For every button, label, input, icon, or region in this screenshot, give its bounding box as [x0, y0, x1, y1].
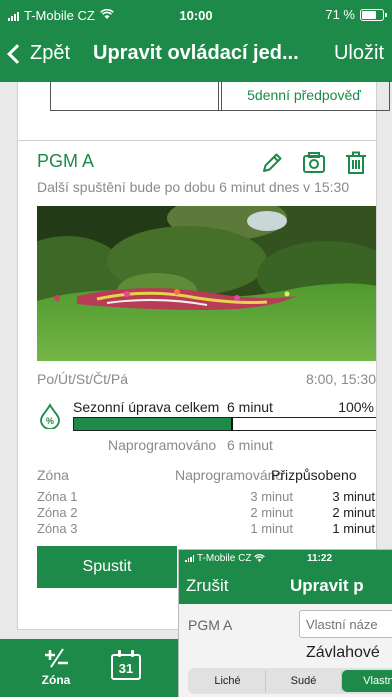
zone-name: Zóna 2: [37, 505, 78, 520]
save-button[interactable]: Uložit: [334, 42, 384, 65]
forecast-label[interactable]: 5denní předpověď: [219, 87, 389, 103]
next-run-text: Další spuštění bude po dobu 6 minut dnes…: [37, 179, 350, 195]
plus-minus-icon: [36, 647, 76, 673]
zone-header-programmed: Naprogramováno: [175, 467, 284, 483]
zone-programmed: 2 minut: [250, 505, 293, 520]
card-actions: [258, 149, 376, 177]
progress-marker: [230, 417, 233, 431]
zone-row: Zóna 2 2 minut 2 minut: [37, 505, 376, 521]
zone-programmed: 3 minut: [250, 489, 293, 504]
zone-header-zone: Zóna: [37, 467, 69, 483]
zone-header-adjusted: Přizpůsobeno: [271, 467, 357, 483]
tab-zone[interactable]: Zóna: [36, 647, 76, 693]
custom-name-input[interactable]: [299, 610, 392, 638]
status-bar: T-Mobile CZ 10:00 71 %: [0, 0, 392, 34]
seasonal-adjust-percent: 100%: [338, 399, 374, 415]
calendar-ring: [118, 650, 121, 657]
percent-drop-icon: %: [37, 403, 63, 430]
signal-icon: [185, 555, 194, 562]
battery-percent: 71 %: [325, 7, 355, 22]
zone-adjusted: 2 minut: [332, 505, 375, 520]
segment-odd[interactable]: Liché: [190, 670, 266, 692]
calendar-ring: [131, 650, 134, 657]
sheet-title: Upravit p: [290, 576, 364, 595]
progress-fill: [74, 418, 232, 430]
zone-name: Zóna 3: [37, 521, 78, 536]
seasonal-adjust-minutes: 6 minut: [227, 399, 273, 415]
zone-adjusted: 3 minut: [332, 489, 375, 504]
zone-row: Zóna 1 3 minut 3 minut: [37, 489, 376, 505]
day-type-segmented-control[interactable]: Liché Sudé Vlastní: [188, 668, 392, 694]
program-name: PGM A: [37, 151, 95, 171]
back-label: Zpět: [30, 42, 71, 64]
seasonal-adjust-label: Sezonní úprava celkem: [73, 399, 220, 415]
pencil-icon[interactable]: [258, 149, 286, 177]
zone-name: Zóna 1: [37, 489, 78, 504]
battery-group: 71 %: [325, 7, 387, 22]
edit-program-sheet: T-Mobile CZ 11:22 Zrušit Upravit p PGM A…: [178, 549, 392, 697]
calendar-icon[interactable]: 31: [111, 650, 141, 680]
back-button[interactable]: Zpět: [4, 42, 70, 65]
segment-even[interactable]: Sudé: [266, 670, 342, 692]
programmed-minutes: 6 minut: [227, 437, 273, 453]
zone-programmed: 1 minut: [250, 521, 293, 536]
seasonal-progress-bar: [73, 417, 376, 431]
chevron-left-icon: [7, 43, 27, 64]
cancel-button[interactable]: Zrušit: [186, 576, 229, 596]
calendar-day: 31: [118, 661, 134, 676]
start-button[interactable]: Spustit: [37, 546, 177, 588]
schedule-days: Po/Út/St/Čt/Pá: [37, 371, 129, 387]
irrigation-section-label: Závlahové: [306, 644, 380, 661]
sheet-carrier-name: T-Mobile CZ: [197, 553, 252, 564]
schedule-times: 8:00, 15:30: [305, 371, 376, 387]
programmed-label: Naprogramováno: [108, 437, 217, 453]
segment-custom[interactable]: Vlastní: [342, 670, 392, 692]
trash-icon[interactable]: [342, 149, 370, 177]
forecast-tile-left: [50, 82, 222, 111]
zone-row: Zóna 3 1 minut 1 minut: [37, 521, 376, 537]
battery-icon: [360, 8, 387, 21]
forecast-tile[interactable]: 5denní předpověď: [218, 82, 390, 111]
sheet-status-time: 11:22: [307, 553, 333, 564]
tab-zone-label: Zóna: [41, 673, 71, 687]
page-title: Upravit ovládací jed...: [93, 42, 299, 64]
svg-text:%: %: [46, 416, 54, 426]
sheet-program-label: PGM A: [188, 617, 233, 633]
zone-adjusted: 1 minut: [332, 521, 375, 536]
nav-bar: Zpět Upravit ovládací jed... Uložit: [0, 34, 392, 82]
sheet-nav-bar: Zrušit Upravit p: [179, 568, 392, 604]
sheet-status-bar: T-Mobile CZ 11:22: [179, 550, 392, 568]
wifi-icon: [254, 554, 266, 563]
sheet-carrier-group: T-Mobile CZ: [185, 553, 266, 564]
garden-photo: [37, 206, 376, 361]
camera-icon[interactable]: [300, 149, 328, 177]
